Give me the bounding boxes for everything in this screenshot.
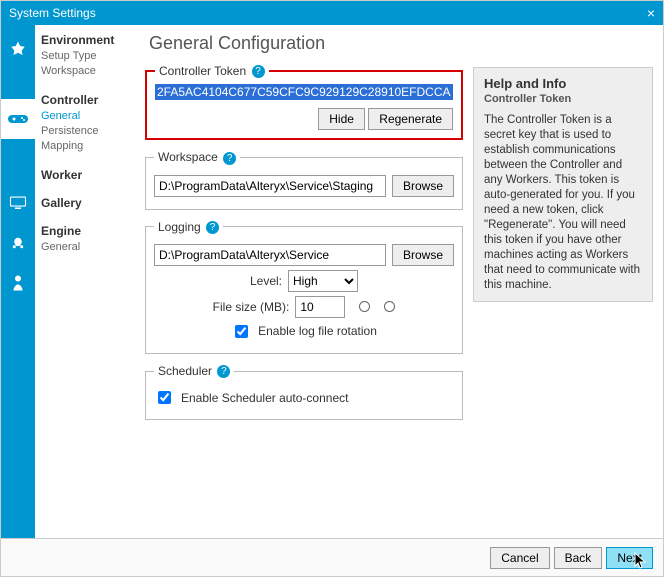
radio-option-2[interactable] — [384, 301, 395, 312]
nav-icon-gallery[interactable] — [1, 223, 35, 263]
fieldset-scheduler: Scheduler ? Enable Scheduler auto-connec… — [145, 364, 463, 420]
titlebar: System Settings × — [1, 1, 663, 25]
sidebar-section-worker[interactable]: Worker — [41, 168, 135, 182]
sidebar-item-mapping[interactable]: Mapping — [41, 139, 135, 154]
filesize-input[interactable] — [295, 296, 345, 318]
cancel-button[interactable]: Cancel — [490, 547, 549, 569]
fieldset-token: Controller Token ? 2FA5AC4104C677C59CFC9… — [145, 64, 463, 140]
sidebar-item-persistence[interactable]: Persistence — [41, 124, 135, 139]
browse-logging-button[interactable]: Browse — [392, 244, 454, 266]
browse-workspace-button[interactable]: Browse — [392, 175, 454, 197]
sidebar-section-environment[interactable]: Environment Setup Type Workspace — [41, 33, 135, 79]
help-icon[interactable]: ? — [252, 65, 265, 78]
legend-workspace-text: Workspace — [158, 150, 218, 164]
sidebar-item-general[interactable]: General — [41, 109, 135, 124]
level-label: Level: — [250, 274, 282, 288]
legend-workspace: Workspace ? — [154, 150, 240, 164]
rotation-label: Enable log file rotation — [258, 324, 377, 338]
sidebar-section-engine[interactable]: Engine General — [41, 224, 135, 255]
scheduler-label: Enable Scheduler auto-connect — [181, 391, 348, 405]
sidebar-title-worker: Worker — [41, 168, 135, 182]
nav-iconbar — [1, 25, 35, 538]
close-icon[interactable]: × — [647, 1, 655, 25]
sidebar-title-environment: Environment — [41, 33, 135, 47]
legend-logging-text: Logging — [158, 220, 201, 234]
back-button[interactable]: Back — [554, 547, 603, 569]
nav-icon-engine[interactable] — [1, 263, 35, 303]
legend-scheduler-text: Scheduler — [158, 364, 212, 378]
help-icon[interactable]: ? — [206, 221, 219, 234]
footer: Cancel Back Next — [1, 538, 663, 576]
nav-icon-worker[interactable] — [1, 183, 35, 223]
sidebar-title-gallery: Gallery — [41, 196, 135, 210]
legend-scheduler: Scheduler ? — [154, 364, 234, 378]
window-title: System Settings — [9, 1, 96, 25]
help-icon[interactable]: ? — [217, 365, 230, 378]
next-button[interactable]: Next — [606, 547, 653, 569]
sidebar-section-controller[interactable]: Controller General Persistence Mapping — [41, 93, 135, 154]
sidebar-item-env-workspace[interactable]: Workspace — [41, 64, 135, 79]
level-select[interactable]: High — [288, 270, 358, 292]
sidebar-item-setup-type[interactable]: Setup Type — [41, 49, 135, 64]
nav-icon-environment[interactable] — [1, 29, 35, 69]
legend-logging: Logging ? — [154, 220, 223, 234]
help-title: Help and Info — [484, 76, 642, 91]
help-panel: Help and Info Controller Token The Contr… — [473, 67, 653, 302]
radio-option-1[interactable] — [359, 301, 370, 312]
config-panel: General Configuration Controller Token ?… — [145, 29, 463, 534]
sidebar-title-controller: Controller — [41, 93, 135, 107]
help-section: Controller Token — [484, 93, 642, 105]
workspace-path-input[interactable] — [154, 175, 386, 197]
token-value[interactable]: 2FA5AC4104C677C59CFC9C929129C28910EFDCCA — [155, 84, 453, 100]
sidebar-item-engine-general[interactable]: General — [41, 240, 135, 255]
legend-token-text: Controller Token — [159, 64, 246, 78]
page-title: General Configuration — [149, 33, 463, 54]
sidebar-title-engine: Engine — [41, 224, 135, 238]
legend-token: Controller Token ? — [155, 64, 269, 78]
sidebar: Environment Setup Type Workspace Control… — [35, 25, 141, 538]
nav-icon-controller[interactable] — [1, 99, 35, 139]
filesize-label: File size (MB): — [213, 300, 290, 314]
help-body: The Controller Token is a secret key tha… — [484, 113, 642, 293]
hide-button[interactable]: Hide — [318, 108, 365, 130]
rotation-checkbox[interactable] — [235, 325, 248, 338]
logging-path-input[interactable] — [154, 244, 386, 266]
fieldset-workspace: Workspace ? Browse — [145, 150, 463, 209]
fieldset-logging: Logging ? Browse Level: High File size (… — [145, 220, 463, 354]
scheduler-checkbox[interactable] — [158, 391, 171, 404]
sidebar-section-gallery[interactable]: Gallery — [41, 196, 135, 210]
regenerate-button[interactable]: Regenerate — [368, 108, 453, 130]
help-icon[interactable]: ? — [223, 152, 236, 165]
next-button-label: Next — [617, 551, 642, 565]
